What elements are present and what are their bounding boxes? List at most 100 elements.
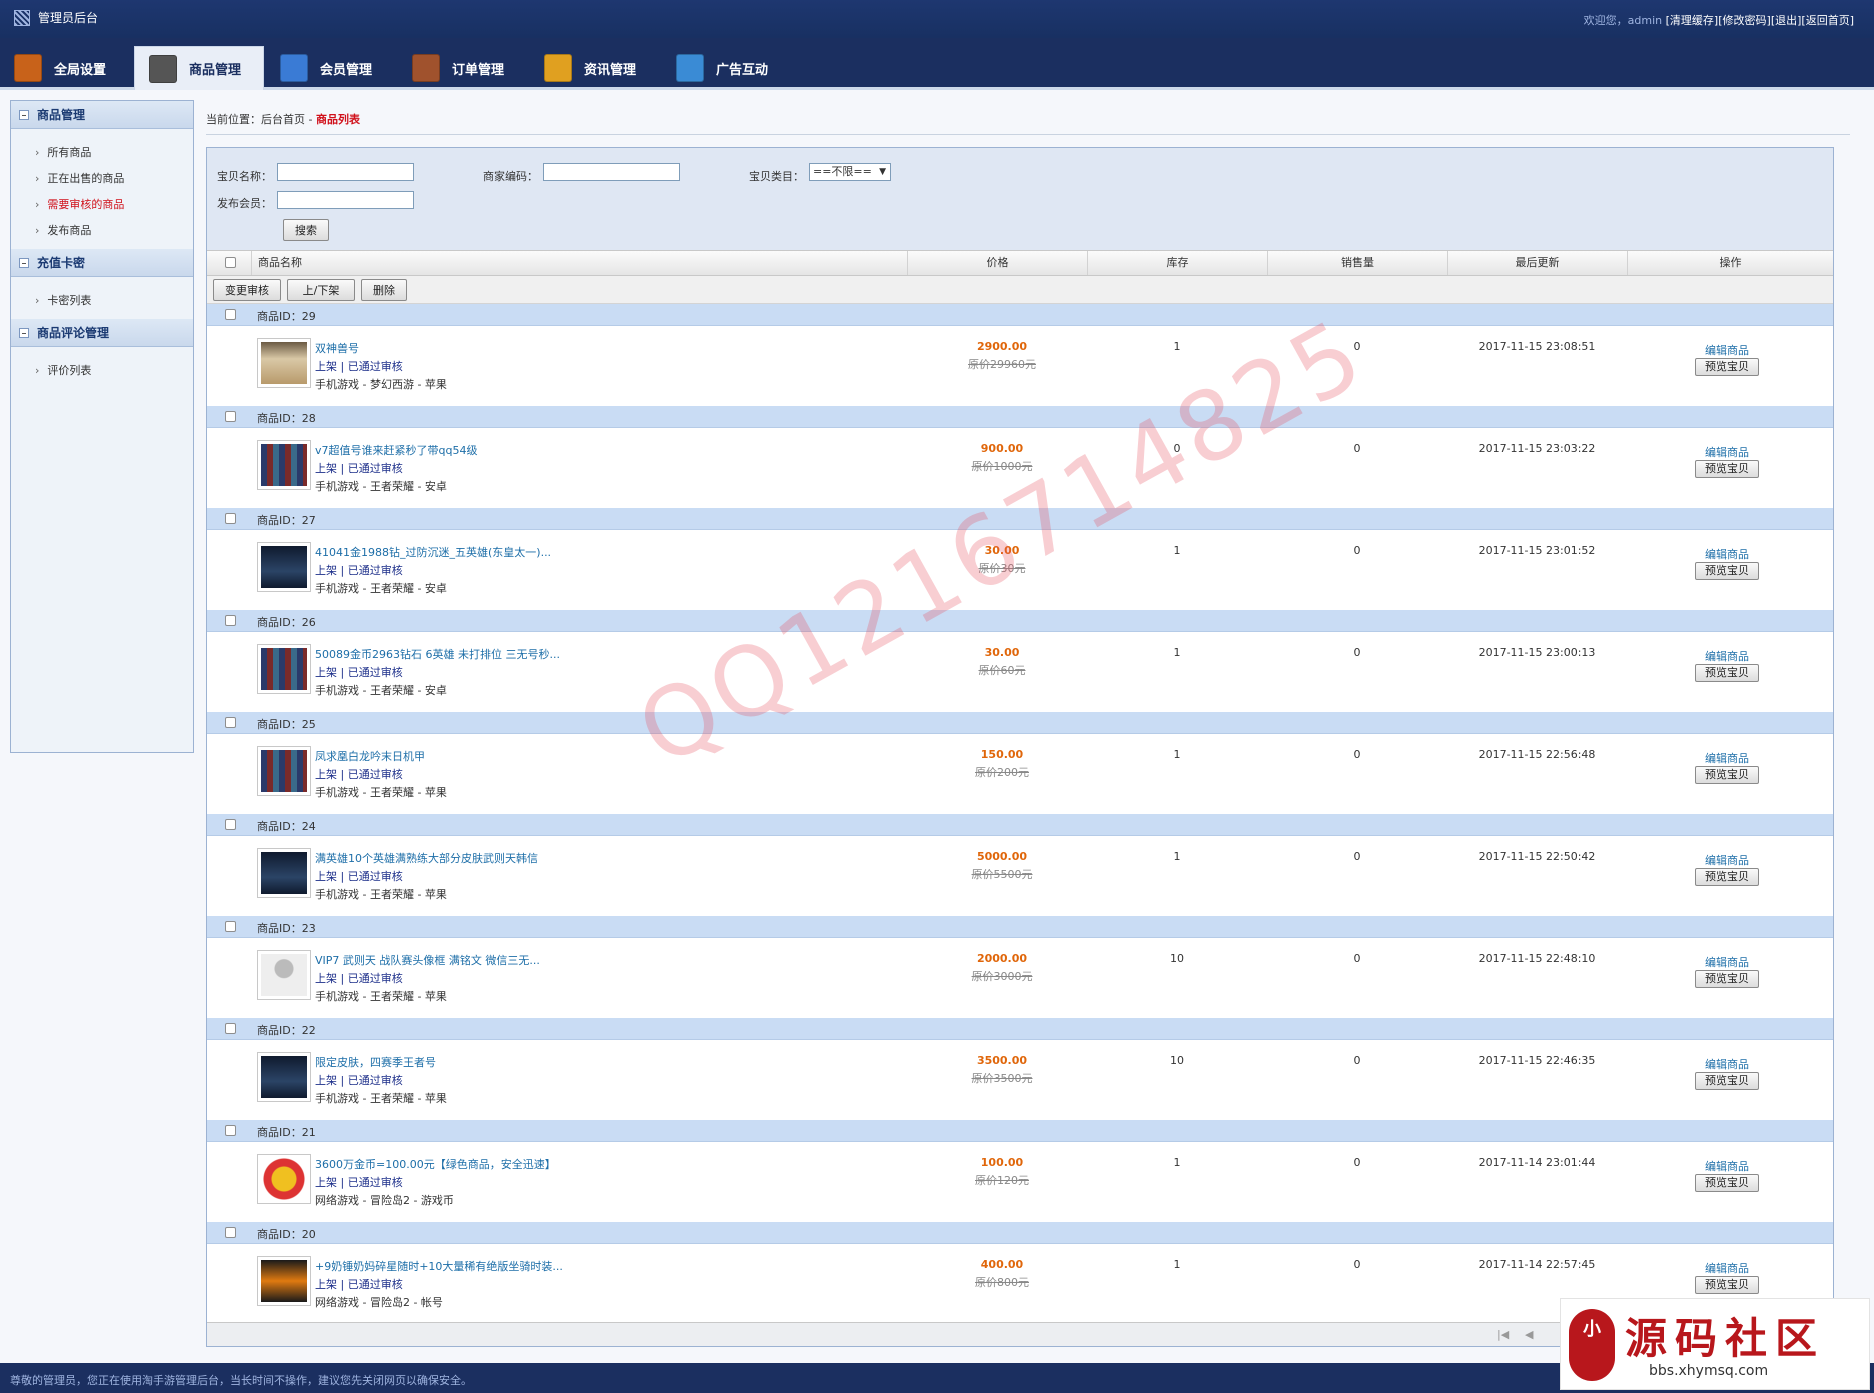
sidebar-section-1[interactable]: 充值卡密 — [11, 249, 193, 277]
logout-link[interactable]: [退出] — [1771, 14, 1802, 27]
product-name-link[interactable]: 满英雄10个英雄满熟练大部分皮肤武则天韩信 — [315, 850, 538, 866]
code-input[interactable] — [543, 163, 680, 181]
row-id: 商品ID：23 — [257, 920, 316, 936]
product-name-link[interactable]: v7超值号谁来赶紧秒了带qq54级 — [315, 442, 477, 458]
preview-product-button[interactable]: 预览宝贝 — [1695, 766, 1759, 784]
product-name-link[interactable]: 凤求凰白龙吟末日机甲 — [315, 748, 425, 764]
edit-product-link[interactable]: 编辑商品 — [1607, 342, 1833, 358]
tab-2[interactable]: 会员管理 — [266, 46, 396, 90]
preview-product-button[interactable]: 预览宝贝 — [1695, 1174, 1759, 1192]
row-id-prefix: 商品ID： — [257, 718, 302, 731]
product-thumbnail[interactable] — [257, 1154, 311, 1204]
sidebar-item[interactable]: 正在出售的商品 — [35, 165, 193, 191]
product-name-link[interactable]: 限定皮肤，四赛季王者号 — [315, 1054, 436, 1070]
product-status: 上架 | 已通过审核 — [315, 462, 403, 475]
sidebar-item[interactable]: 评价列表 — [35, 357, 193, 383]
tab-4[interactable]: 资讯管理 — [530, 46, 660, 90]
edit-product-link[interactable]: 编辑商品 — [1607, 1260, 1833, 1276]
row-checkbox[interactable] — [225, 309, 236, 320]
back-home-link[interactable]: [返回首页] — [1801, 14, 1854, 27]
sidebar-item[interactable]: 需要审核的商品 — [35, 191, 193, 217]
admin-title: 管理员后台 — [38, 11, 99, 25]
product-name-link[interactable]: 3600万金币=100.00元【绿色商品，安全迅速】 — [315, 1156, 556, 1172]
edit-product-link[interactable]: 编辑商品 — [1607, 648, 1833, 664]
collapse-icon[interactable] — [19, 109, 29, 120]
clear-cache-link[interactable]: [清理缓存] — [1666, 14, 1719, 27]
sidebar-section-0[interactable]: 商品管理 — [11, 101, 193, 129]
sidebar-items: 卡密列表 — [11, 277, 193, 319]
row-checkbox[interactable] — [225, 921, 236, 932]
toggle-listing-button[interactable]: 上/下架 — [287, 279, 355, 301]
tab-0[interactable]: 全局设置 — [0, 46, 130, 90]
sidebar-section-title: 充值卡密 — [37, 256, 86, 270]
table-row: 商品ID：26 50089金币2963钻石 6英雄 未打排位 三无号秒... 上架 … — [207, 610, 1833, 712]
product-name-link[interactable]: 双神兽号 — [315, 340, 359, 356]
product-status: 上架 | 已通过审核 — [315, 1176, 403, 1189]
row-id-value: 20 — [301, 1228, 316, 1241]
preview-product-button[interactable]: 预览宝贝 — [1695, 460, 1759, 478]
edit-product-link[interactable]: 编辑商品 — [1607, 954, 1833, 970]
select-all-checkbox[interactable] — [225, 257, 236, 268]
product-thumbnail[interactable] — [257, 338, 311, 388]
row-id-prefix: 商品ID： — [257, 514, 302, 527]
product-thumbnail[interactable] — [257, 950, 311, 1000]
product-stock: 10 — [1170, 952, 1184, 965]
preview-product-button[interactable]: 预览宝贝 — [1695, 868, 1759, 886]
preview-product-button[interactable]: 预览宝贝 — [1695, 970, 1759, 988]
product-status: 上架 | 已通过审核 — [315, 768, 403, 781]
edit-product-link[interactable]: 编辑商品 — [1607, 750, 1833, 766]
product-thumbnail[interactable] — [257, 1052, 311, 1102]
product-thumbnail[interactable] — [257, 440, 311, 490]
member-input[interactable] — [277, 191, 414, 209]
product-name-link[interactable]: VIP7 武则天 战队赛头像框 满铭文 微信三无... — [315, 952, 540, 968]
collapse-icon[interactable] — [19, 257, 29, 268]
row-checkbox[interactable] — [225, 819, 236, 830]
preview-product-button[interactable]: 预览宝贝 — [1695, 1072, 1759, 1090]
sidebar-item[interactable]: 卡密列表 — [35, 287, 193, 313]
product-sales: 0 — [1353, 850, 1361, 863]
edit-product-link[interactable]: 编辑商品 — [1607, 1056, 1833, 1072]
product-thumbnail[interactable] — [257, 542, 311, 592]
name-input[interactable] — [277, 163, 414, 181]
preview-product-button[interactable]: 预览宝贝 — [1695, 1276, 1759, 1294]
edit-product-link[interactable]: 编辑商品 — [1607, 546, 1833, 562]
first-page-icon[interactable]: |◀ — [1497, 1328, 1509, 1341]
name-label: 宝贝名称： — [217, 170, 272, 183]
product-thumbnail[interactable] — [257, 1256, 311, 1306]
sidebar-item[interactable]: 发布商品 — [35, 217, 193, 243]
preview-product-button[interactable]: 预览宝贝 — [1695, 358, 1759, 376]
tab-1[interactable]: 商品管理 — [134, 46, 264, 90]
tab-3[interactable]: 订单管理 — [398, 46, 528, 90]
category-select[interactable]: ==不限== ▼ — [809, 163, 891, 181]
row-checkbox[interactable] — [225, 1125, 236, 1136]
sidebar-item[interactable]: 所有商品 — [35, 139, 193, 165]
change-password-link[interactable]: [修改密码] — [1718, 14, 1771, 27]
row-checkbox[interactable] — [225, 615, 236, 626]
row-id: 商品ID：21 — [257, 1124, 316, 1140]
delete-button[interactable]: 删除 — [361, 279, 407, 301]
product-thumbnail[interactable] — [257, 746, 311, 796]
change-review-button[interactable]: 变更审核 — [213, 279, 281, 301]
prev-page-icon[interactable]: ◀ — [1525, 1328, 1533, 1341]
product-name-link[interactable]: 41041金1988钻_过防沉迷_五英雄(东皇太一)... — [315, 544, 551, 560]
edit-product-link[interactable]: 编辑商品 — [1607, 1158, 1833, 1174]
row-checkbox[interactable] — [225, 411, 236, 422]
edit-product-link[interactable]: 编辑商品 — [1607, 444, 1833, 460]
preview-product-button[interactable]: 预览宝贝 — [1695, 562, 1759, 580]
product-thumbnail[interactable] — [257, 848, 311, 898]
search-button[interactable]: 搜索 — [283, 219, 329, 241]
collapse-icon[interactable] — [19, 327, 29, 338]
preview-product-button[interactable]: 预览宝贝 — [1695, 664, 1759, 682]
product-name-link[interactable]: +9奶锤奶妈碎星随时+10大量稀有绝版坐骑时装... — [315, 1258, 563, 1274]
edit-product-link[interactable]: 编辑商品 — [1607, 852, 1833, 868]
breadcrumb-home[interactable]: 后台首页 — [261, 113, 305, 126]
original-price: 原价200元 — [975, 766, 1029, 779]
row-checkbox[interactable] — [225, 1227, 236, 1238]
product-name-link[interactable]: 50089金币2963钻石 6英雄 未打排位 三无号秒... — [315, 646, 560, 662]
row-checkbox[interactable] — [225, 1023, 236, 1034]
product-thumbnail[interactable] — [257, 644, 311, 694]
tab-5[interactable]: 广告互动 — [662, 46, 792, 90]
row-checkbox[interactable] — [225, 717, 236, 728]
sidebar-section-2[interactable]: 商品评论管理 — [11, 319, 193, 347]
row-checkbox[interactable] — [225, 513, 236, 524]
